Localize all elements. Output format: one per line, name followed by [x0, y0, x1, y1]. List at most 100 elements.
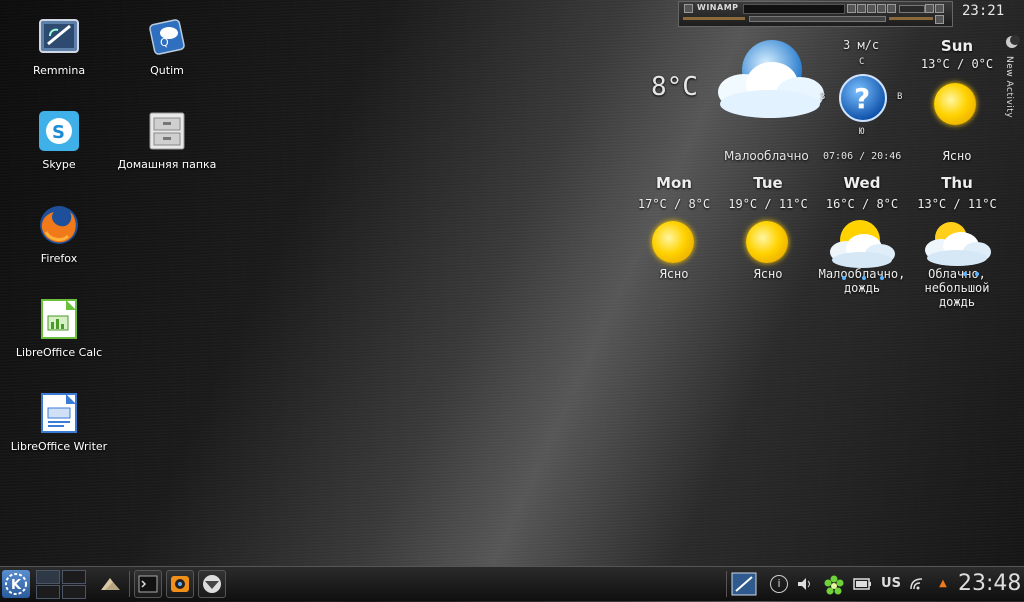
kde-logo-icon: K: [5, 573, 27, 595]
day-temps: 17°C / 8°C: [637, 197, 711, 211]
wind-speed: 3 м/с: [843, 38, 880, 52]
svg-text:Q: Q: [160, 36, 169, 49]
today-condition-box: Ясно: [910, 149, 1004, 163]
skype-icon: S: [39, 111, 79, 151]
day-temps: 19°C / 11°C: [728, 197, 808, 211]
libreoffice-writer-icon: [41, 393, 77, 433]
winamp-play-button[interactable]: [857, 4, 866, 13]
day-condition: Ясно: [659, 267, 689, 281]
sun-cloud-rain-icon: [830, 220, 895, 280]
task-app[interactable]: [198, 570, 226, 598]
winamp-player[interactable]: WINAMP: [678, 1, 953, 27]
winamp-title: WINAMP: [697, 3, 739, 12]
winamp-prev-button[interactable]: [847, 4, 856, 13]
winamp-close-button[interactable]: [935, 4, 944, 13]
remmina-tray-icon: [731, 572, 757, 596]
winamp-stop-button[interactable]: [877, 4, 886, 13]
libreoffice-calc-icon: [41, 299, 77, 339]
sun-icon: [746, 221, 788, 263]
day-condition: Ясно: [753, 267, 783, 281]
tray-remmina[interactable]: [730, 570, 758, 598]
svg-text:S: S: [52, 122, 65, 143]
show-desktop-icon: [101, 578, 120, 590]
svg-text:K: K: [11, 578, 22, 593]
task-terminal[interactable]: [134, 570, 162, 598]
desktop-icon-label: LibreOffice Calc: [15, 346, 103, 359]
pager-desktop-1[interactable]: [36, 570, 60, 584]
desktop-icon-label: Домашняя папка: [117, 158, 217, 171]
day-name: Thu: [941, 174, 973, 192]
app-sphere-icon: [203, 575, 221, 593]
sunrise-sunset: 07:06 / 20:46: [823, 151, 902, 162]
desktop-icon-label: Firefox: [40, 252, 78, 265]
pager-desktop-4[interactable]: [62, 585, 86, 599]
desktop-icon-libreoffice-writer[interactable]: LibreOffice Writer: [9, 392, 109, 453]
compass-north: С: [859, 57, 865, 67]
remmina-icon: [39, 19, 79, 53]
winamp-next-button[interactable]: [887, 4, 896, 13]
moon-cloud-icon: [718, 40, 824, 118]
moon-icon: [1006, 35, 1020, 48]
taskbar: K i US ▲ 23:48: [0, 566, 1024, 601]
top-clock: 23:21: [962, 3, 1005, 19]
desktop-icon-qutim[interactable]: Q Qutim: [117, 16, 217, 77]
cloud-rain-icon: [925, 222, 991, 276]
taskbar-clock[interactable]: 23:48: [958, 571, 1021, 596]
day-condition: Ясно: [942, 149, 972, 163]
home-folder-icon: [149, 112, 185, 150]
winamp-pause-button[interactable]: [867, 4, 876, 13]
winamp-volume[interactable]: [899, 5, 925, 13]
desktop-icon-label: Remmina: [32, 64, 86, 77]
winamp-balance-bar: [889, 17, 933, 20]
desktop-icon-firefox[interactable]: Firefox: [9, 204, 109, 265]
current-condition: Малооблачно: [724, 149, 809, 163]
desktop-icon-remmina[interactable]: Remmina: [9, 16, 109, 77]
taskbar-separator: [726, 571, 727, 597]
icq-flower-icon[interactable]: [822, 575, 846, 595]
winamp-display: [743, 4, 845, 14]
desktop-icon-label: Skype: [42, 158, 76, 171]
desktop-icon-label: Qutim: [150, 64, 184, 77]
show-desktop-button[interactable]: [96, 570, 124, 598]
compass-west: З: [820, 92, 826, 102]
day-name: Sun: [940, 37, 974, 55]
qutim-icon: Q: [149, 19, 185, 55]
desktop-icon-home-folder[interactable]: Домашняя папка: [117, 110, 217, 171]
new-activity-label: New Activity: [1004, 56, 1014, 119]
info-icon[interactable]: i: [770, 575, 788, 593]
taskbar-separator: [129, 571, 130, 597]
day-name: Wed: [843, 174, 881, 192]
compass-east: В: [897, 92, 903, 102]
compass-south: Ю: [859, 127, 865, 137]
day-name: Mon: [656, 174, 692, 192]
current-temperature: 8°C: [651, 72, 698, 102]
svg-text:?: ?: [854, 82, 870, 115]
sun-icon: [652, 221, 694, 263]
winamp-seek-bar[interactable]: [749, 16, 886, 22]
day-temps: 13°C / 11°C: [917, 197, 997, 211]
keyboard-layout-indicator[interactable]: US: [878, 575, 904, 593]
today-forecast: Sun 13°C / 0°C: [910, 37, 1004, 71]
winamp-eq-bar: [683, 17, 745, 20]
battery-icon[interactable]: [852, 575, 871, 593]
day-name: Tue: [753, 174, 783, 192]
terminal-icon: [138, 575, 158, 593]
volume-icon[interactable]: [796, 575, 814, 593]
desktop-icon-skype[interactable]: S Skype: [9, 110, 109, 171]
expand-tray-arrow-icon[interactable]: ▲: [934, 575, 952, 593]
network-icon[interactable]: [908, 575, 926, 593]
desktop-icon-libreoffice-calc[interactable]: LibreOffice Calc: [9, 298, 109, 359]
unknown-wind-direction-icon: ?: [839, 74, 887, 122]
application-launcher-button[interactable]: K: [2, 570, 30, 598]
winamp-playlist-button[interactable]: [935, 15, 944, 24]
winamp-minimize-button[interactable]: [925, 4, 934, 13]
pager-desktop-2[interactable]: [62, 570, 86, 584]
media-player-icon: [171, 576, 189, 592]
day-temps: 13°C / 0°C: [920, 57, 994, 71]
day-temps: 16°C / 8°C: [825, 197, 899, 211]
pager-desktop-3[interactable]: [36, 585, 60, 599]
winamp-menu-button[interactable]: [684, 4, 693, 13]
task-media-player[interactable]: [166, 570, 194, 598]
desktop-icon-label: LibreOffice Writer: [10, 440, 108, 453]
firefox-icon: [40, 206, 78, 244]
